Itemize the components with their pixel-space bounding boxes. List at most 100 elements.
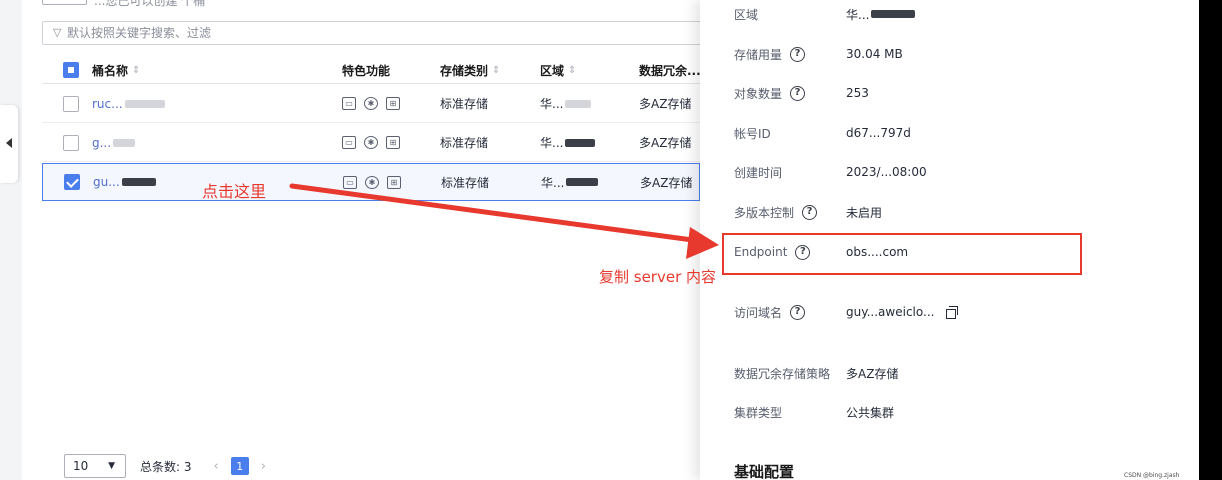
page-size-value: 10 <box>73 459 89 473</box>
detail-value: guy...aweiclo... <box>846 305 959 319</box>
monitor-icon: ▭ <box>342 97 356 110</box>
storage-class-cell: 标准存储 <box>440 136 489 150</box>
filter-icon: ▽ <box>53 26 62 39</box>
monitor-icon: ▭ <box>343 175 357 189</box>
redacted-text <box>121 178 156 186</box>
detail-row-cluster-type: 集群类型 公共集群 <box>734 401 1174 423</box>
caret-left-icon <box>6 138 12 148</box>
endpoint-value[interactable]: obs....com <box>846 245 908 259</box>
search-box[interactable]: ▽ <box>42 21 700 45</box>
search-input[interactable] <box>67 25 667 41</box>
create-bucket-button[interactable] <box>42 0 87 5</box>
detail-label: 多版本控制? <box>734 204 846 221</box>
detail-row-redundancy-policy: 数据冗余存储策略 多AZ存储 <box>734 362 1174 384</box>
detail-row-domain: 访问域名? guy...aweiclo... <box>734 301 1174 323</box>
help-icon[interactable]: ? <box>795 244 811 260</box>
redacted-text <box>566 178 599 186</box>
detail-label: 区域 <box>734 7 759 22</box>
feature-icons: ▭ ✱ ⊞ <box>343 164 409 200</box>
storage-class-cell: 标准存储 <box>441 175 490 190</box>
detail-label: Endpoint? <box>734 244 846 260</box>
detail-label: 存储用量? <box>734 46 846 63</box>
detail-row-region: 区域 华... <box>734 3 1174 25</box>
detail-label: 集群类型 <box>734 405 783 420</box>
storage-class-cell: 标准存储 <box>440 97 489 111</box>
sort-icon[interactable]: ⇕ <box>492 65 500 76</box>
detail-label: 帐号ID <box>734 126 771 141</box>
annotation-copy-server: 复制 server 内容 <box>599 268 717 286</box>
region-cell: 华... <box>540 124 596 161</box>
detail-value: d67...797d <box>846 126 911 140</box>
row-checkbox-checked[interactable] <box>64 174 80 190</box>
redacted-text <box>565 138 596 147</box>
detail-value: 公共集群 <box>846 405 895 420</box>
row-checkbox[interactable] <box>63 135 79 151</box>
encryption-icon: ✱ <box>364 136 378 149</box>
column-header-features: 特色功能 <box>342 63 391 78</box>
caret-down-icon: ▼ <box>108 461 115 471</box>
main-content: ...您已可以创建 个桶 ▽ 桶名称⇕ 特色功能 存储类别⇕ 区域⇕ 数据冗余.… <box>22 0 701 480</box>
versioning-icon: ⊞ <box>386 97 400 110</box>
detail-value: 30.04 MB <box>846 47 903 61</box>
encryption-icon: ✱ <box>365 175 379 189</box>
feature-icons: ▭ ✱ ⊞ <box>342 85 408 122</box>
table-row-selected[interactable]: gu... ▭ ✱ ⊞ 标准存储 华... 多AZ存储 <box>42 163 700 201</box>
column-header-storage-class[interactable]: 存储类别 ⇕ <box>440 57 500 83</box>
detail-row-storage-used: 存储用量? 30.04 MB <box>734 43 1174 65</box>
detail-row-endpoint: Endpoint? obs....com <box>734 241 1174 263</box>
redacted-text <box>124 99 165 108</box>
versioning-icon: ⊞ <box>386 136 400 149</box>
monitor-icon: ▭ <box>342 136 356 149</box>
select-all-checkbox[interactable] <box>63 62 79 78</box>
region-cell: 华... <box>540 85 592 122</box>
detail-label: 创建时间 <box>734 165 783 180</box>
redacted-text <box>113 138 136 147</box>
detail-row-created: 创建时间 2023/...08:00 <box>734 161 1174 183</box>
bucket-name-link[interactable]: g... <box>92 124 136 161</box>
column-header-region[interactable]: 区域 ⇕ <box>540 57 576 83</box>
detail-row-account-id: 帐号ID d67...797d <box>734 122 1174 144</box>
detail-value: 253 <box>846 86 869 100</box>
detail-label: 访问域名? <box>734 304 846 321</box>
bucket-name-link[interactable]: gu... <box>93 164 156 200</box>
versioning-icon: ⊞ <box>387 175 401 189</box>
redacted-text <box>871 10 916 18</box>
bucket-quota-text: ...您已可以创建 个桶 <box>94 0 206 8</box>
redacted-text <box>565 99 592 108</box>
collapse-sidebar-button[interactable] <box>0 105 18 183</box>
section-title-basic-config: 基础配置 <box>734 463 795 480</box>
detail-row-object-count: 对象数量? 253 <box>734 82 1174 104</box>
watermark: CSDN @bing.zjash <box>1124 472 1180 479</box>
help-icon[interactable]: ? <box>802 204 818 220</box>
row-checkbox[interactable] <box>63 96 79 112</box>
encryption-icon: ✱ <box>364 97 378 110</box>
help-icon[interactable]: ? <box>790 304 806 320</box>
sort-icon[interactable]: ⇕ <box>132 65 140 76</box>
help-icon[interactable]: ? <box>790 85 806 101</box>
bucket-detail-drawer: 区域 华... 存储用量? 30.04 MB 对象数量? 253 帐号ID d6… <box>700 0 1199 480</box>
redundancy-cell: 多AZ存储 <box>639 97 692 111</box>
page-size-select[interactable]: 10 ▼ <box>64 454 126 478</box>
table-row[interactable]: ruc... ▭ ✱ ⊞ 标准存储 华... 多AZ存储 <box>42 85 700 123</box>
column-header-redundancy: 数据冗余... <box>639 63 701 78</box>
help-icon[interactable]: ? <box>790 46 806 62</box>
detail-value: 华... <box>846 6 916 23</box>
page-number-current[interactable]: 1 <box>230 457 249 475</box>
detail-value: 多AZ存储 <box>846 366 899 381</box>
detail-value: 2023/...08:00 <box>846 165 927 179</box>
left-gutter <box>0 0 22 480</box>
sort-icon[interactable]: ⇕ <box>568 65 576 76</box>
next-page-icon[interactable]: › <box>261 459 266 474</box>
detail-row-versioning: 多版本控制? 未启用 <box>734 201 1174 223</box>
pagination: 10 ▼ 总条数: 3 ‹ 1 › <box>64 454 266 478</box>
table-header-row: 桶名称 ⇕ 特色功能 存储类别 ⇕ 区域 ⇕ 数据冗余... <box>42 57 701 84</box>
column-header-name[interactable]: 桶名称 ⇕ <box>92 57 140 83</box>
prev-page-icon[interactable]: ‹ <box>214 459 219 474</box>
table-row[interactable]: g... ▭ ✱ ⊞ 标准存储 华... 多AZ存储 <box>42 124 700 162</box>
bucket-name-link[interactable]: ruc... <box>92 85 165 122</box>
copy-icon[interactable] <box>946 306 959 319</box>
annotation-click-here: 点击这里 <box>202 182 267 201</box>
bucket-list-panel: ...您已可以创建 个桶 ▽ 桶名称⇕ 特色功能 存储类别⇕ 区域⇕ 数据冗余.… <box>0 0 701 480</box>
total-count: 总条数: 3 <box>140 459 192 474</box>
detail-label: 对象数量? <box>734 85 846 102</box>
